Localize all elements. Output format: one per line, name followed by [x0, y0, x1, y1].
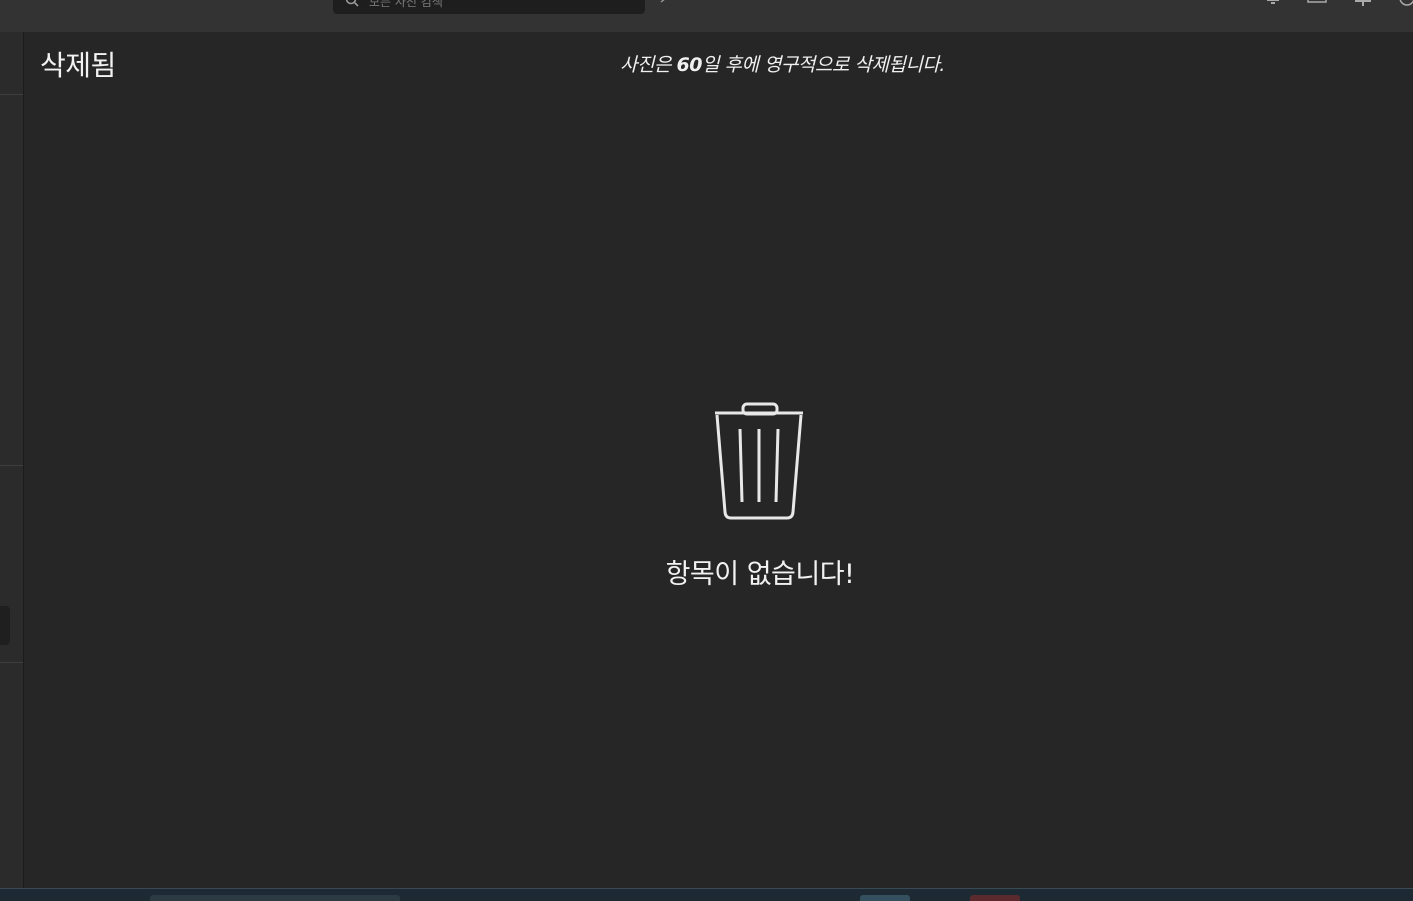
retention-days: 60 — [676, 54, 702, 76]
help-icon[interactable] — [1396, 0, 1413, 6]
taskbar-item[interactable] — [970, 895, 1020, 901]
retention-note-suffix: 일 후에 영구적으로 삭제됩니다. — [701, 54, 945, 76]
search-input[interactable] — [369, 0, 629, 10]
sidebar-divider — [0, 94, 23, 95]
main-content: 삭제됨 사진은 60일 후에 영구적으로 삭제됩니다. 항목이 없습니다! — [24, 32, 1413, 888]
sidebar-divider — [0, 662, 23, 663]
retention-note: 사진은 60일 후에 영구적으로 삭제됩니다. — [620, 50, 945, 77]
search-box[interactable] — [333, 0, 645, 14]
retention-note-prefix: 사진은 — [620, 54, 677, 76]
taskbar-item[interactable] — [860, 895, 910, 901]
trash-icon — [715, 402, 803, 520]
window-icon[interactable] — [1306, 0, 1328, 6]
top-bar — [0, 0, 1413, 32]
chevron-right-icon[interactable] — [657, 0, 671, 4]
sidebar-item-selected[interactable] — [0, 606, 10, 645]
empty-state-message: 항목이 없습니다! — [665, 559, 855, 590]
taskbar-item[interactable] — [150, 895, 400, 901]
sidebar-divider — [0, 465, 23, 466]
upload-icon[interactable] — [1352, 0, 1374, 6]
sidebar — [0, 32, 24, 888]
taskbar — [0, 888, 1413, 901]
notification-icon[interactable] — [1262, 0, 1284, 6]
page-title: 삭제됨 — [40, 49, 116, 82]
search-icon — [345, 0, 359, 7]
